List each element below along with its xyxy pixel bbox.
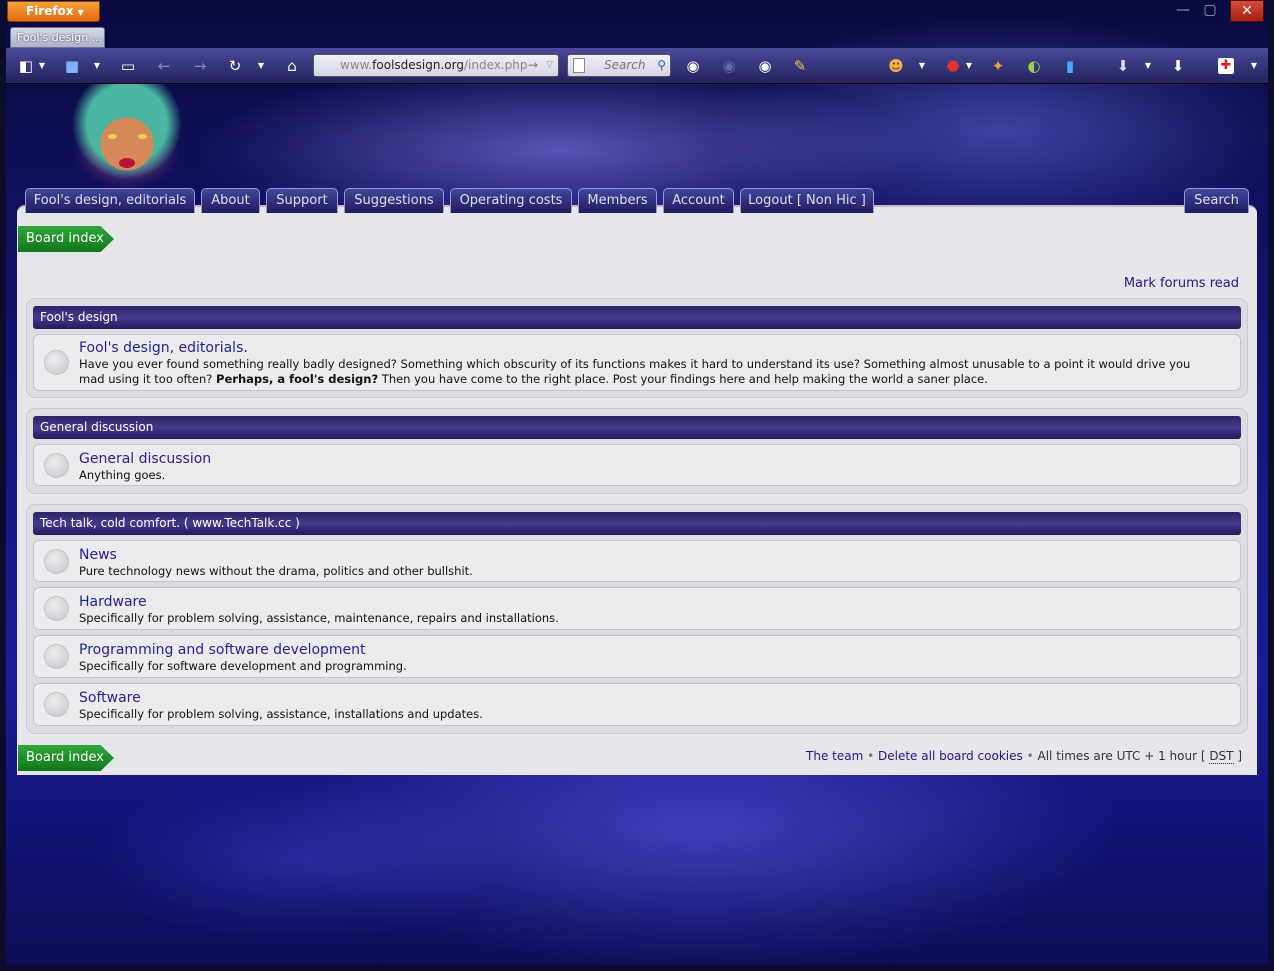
forum-description: Have you ever found something really bad… [79,357,1216,387]
forum-description-bold: Perhaps, a fool's design? [216,372,379,386]
forum-read-icon [44,549,69,574]
chevron-down-icon: ▼ [77,8,84,17]
addon-icon[interactable]: ◉ [755,56,775,76]
database-icon[interactable]: ▮ [1060,56,1080,76]
sidebar-icon[interactable]: ◧ [16,56,36,76]
window-titlebar: Firefox ▼ — ▢ ✕ [0,0,1274,24]
plus-icon[interactable]: ✚ [1218,58,1234,74]
maximize-button[interactable]: ▢ [1197,0,1223,22]
forum-read-icon [44,453,69,478]
separator: • [1026,749,1034,763]
timezone-prefix: All times are UTC + 1 hour [ [1037,749,1210,763]
go-arrow-icon[interactable]: → [528,55,538,76]
chevron-down-icon[interactable]: ▽ [546,55,553,76]
separator: • [867,749,875,763]
forum-row: Software Specifically for problem solvin… [33,683,1241,726]
nav-tab-members[interactable]: Members [578,188,657,213]
chevron-down-icon[interactable]: ▼ [1143,56,1153,76]
search-engine-icon[interactable] [573,58,585,73]
url-prefix: www. [340,58,373,72]
minimize-button[interactable]: — [1170,0,1196,22]
firefox-menu-label: Firefox [26,4,74,18]
forum-read-icon [44,644,69,669]
forum-description: Anything goes. [79,468,166,482]
mark-forums-read-link[interactable]: Mark forums read [1124,276,1239,291]
forward-icon[interactable]: → [190,56,210,76]
forum-title-link[interactable]: News [79,547,117,563]
save-icon[interactable]: ■ [62,56,82,76]
nav-tab-search[interactable]: Search [1184,188,1249,213]
addon-icon[interactable]: ◉ [719,56,739,76]
forum-description: Specifically for software development an… [79,659,407,673]
search-bar[interactable]: Search ⚲ [567,54,671,77]
logo-mouth [119,158,135,168]
delete-cookies-link[interactable]: Delete all board cookies [878,749,1023,763]
nav-tab-logout[interactable]: Logout [ Non Hic ] [740,188,874,213]
logo-eye [138,134,147,139]
nav-tab-operating-costs[interactable]: Operating costs [450,188,572,213]
forum-title-link[interactable]: Hardware [79,594,147,610]
nav-tab-editorials[interactable]: Fool's design, editorials [25,188,195,213]
window-icon[interactable]: ▭ [118,56,138,76]
forum-title-link[interactable]: General discussion [79,451,211,467]
download-icon[interactable]: ⬇ [1113,56,1133,76]
chevron-down-icon[interactable]: ▼ [92,56,102,76]
category-header[interactable]: General discussion [33,416,1241,439]
url-path: /index.php [463,58,528,72]
nav-tab-account[interactable]: Account [663,188,734,213]
site-logo [52,84,202,188]
breadcrumb-board-index[interactable]: Board index [18,226,114,252]
firefox-menu-button[interactable]: Firefox ▼ [7,1,100,22]
browser-toolbar: ◧ ▼ ■ ▼ ▭ ← → ↻ ▼ ⌂ www.foolsdesign.org/… [0,48,1274,84]
logo-eye [108,134,117,139]
addon-icon[interactable]: ◉ [683,56,703,76]
nav-tab-support[interactable]: Support [266,188,338,213]
forum-title-link[interactable]: Software [79,690,141,706]
browser-tab[interactable]: Fool's design ... [10,27,105,48]
forum-title-link[interactable]: Programming and software development [79,642,366,658]
forum-row: Fool's design, editorials. Have you ever… [33,334,1241,391]
chevron-down-icon[interactable]: ▼ [917,56,927,76]
search-placeholder: Search [604,58,646,72]
forum-description: Specifically for problem solving, assist… [79,707,483,721]
forum-row: Programming and software development Spe… [33,635,1241,678]
forum-row: General discussion Anything goes. [33,444,1241,486]
category-header[interactable]: Tech talk, cold comfort. ( www.TechTalk.… [33,512,1241,535]
category-header[interactable]: Fool's design [33,306,1241,329]
nav-tab-about[interactable]: About [201,188,260,213]
forum-row: News Pure technology news without the dr… [33,540,1241,582]
back-icon[interactable]: ← [154,56,174,76]
home-icon[interactable]: ⌂ [282,56,302,76]
downloads-icon[interactable]: ⬇ [1168,56,1188,76]
forum-description: Pure technology news without the drama, … [79,564,473,578]
addon-icon[interactable]: ◐ [1024,56,1044,76]
broom-icon[interactable]: ✎ [790,56,810,76]
timezone-suffix: ] [1233,749,1242,763]
url-domain: foolsdesign.org [372,58,464,72]
forum-description-text: Then you have come to the right place. P… [378,372,988,386]
forum-row: Hardware Specifically for problem solvin… [33,587,1241,630]
footer-links: The team • Delete all board cookies • Al… [806,749,1242,764]
chevron-down-icon[interactable]: ▼ [964,56,974,76]
monkey-icon[interactable]: ☻ [886,56,906,76]
forum-read-icon [44,692,69,717]
url-bar[interactable]: www.foolsdesign.org/index.php → ▽ [313,54,559,77]
forum-read-icon [44,596,69,621]
forum-title-link[interactable]: Fool's design, editorials. [79,340,248,356]
addon-icon[interactable]: ✦ [988,56,1008,76]
close-button[interactable]: ✕ [1230,0,1264,22]
chevron-down-icon[interactable]: ▼ [1249,56,1259,76]
dst-abbr: DST [1209,749,1234,764]
forum-description: Specifically for problem solving, assist… [79,611,559,625]
chevron-down-icon[interactable]: ▼ [37,56,47,76]
search-icon[interactable]: ⚲ [657,55,666,76]
reload-icon[interactable]: ↻ [225,56,245,76]
nav-tab-suggestions[interactable]: Suggestions [344,188,444,213]
adblock-icon[interactable]: ⬣ [943,56,963,76]
chevron-down-icon[interactable]: ▼ [256,56,266,76]
breadcrumb-board-index-footer[interactable]: Board index [18,745,114,771]
team-link[interactable]: The team [806,749,863,763]
forum-read-icon [44,350,69,375]
